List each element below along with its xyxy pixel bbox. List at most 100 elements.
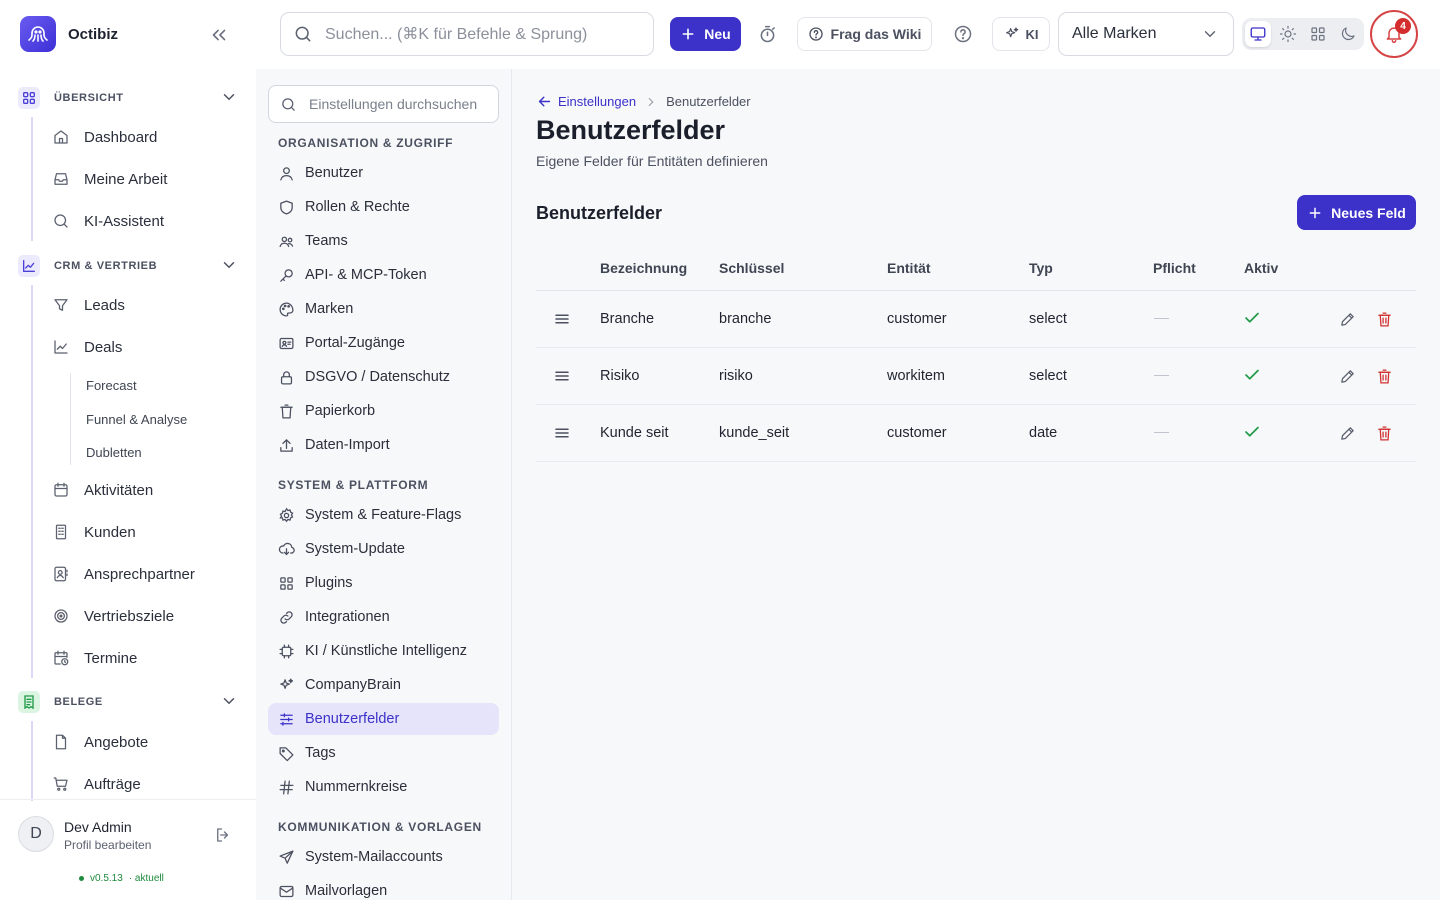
monitor-theme-icon[interactable]: [1245, 21, 1271, 47]
column-header[interactable]: Bezeichnung: [600, 260, 687, 276]
sidebar-subitem-forecast[interactable]: Forecast: [86, 378, 137, 393]
settings-item-system-flags[interactable]: System & Feature-Flags: [268, 499, 499, 531]
settings-item-teams[interactable]: Teams: [268, 225, 499, 257]
settings-item-rollen[interactable]: Rollen & Rechte: [268, 191, 499, 223]
column-header[interactable]: Entität: [887, 260, 931, 276]
sidebar-item-vertriebsziele[interactable]: Vertriebsziele: [52, 607, 174, 625]
drag-handle-icon[interactable]: [552, 424, 572, 442]
sparkles-icon: [1005, 27, 1018, 38]
breadcrumb-back-link[interactable]: Einstellungen: [536, 93, 636, 110]
version-number: v0.5.13: [90, 873, 123, 884]
settings-item-marken[interactable]: Marken: [268, 293, 499, 325]
settings-item-system-update[interactable]: System-Update: [268, 533, 499, 565]
new-field-button[interactable]: Neues Feld: [1297, 195, 1416, 230]
settings-item-nummernkreise[interactable]: Nummernkreise: [268, 771, 499, 803]
column-header[interactable]: Aktiv: [1244, 260, 1278, 276]
nav-section-crm[interactable]: CRM & VERTRIEB: [18, 255, 157, 277]
chart-line-icon: [18, 255, 40, 277]
sidebar-subitem-dubletten[interactable]: Dubletten: [86, 445, 142, 460]
version-status: · aktuell: [128, 873, 164, 884]
nav-section-belege[interactable]: BELEGE: [18, 691, 103, 713]
settings-search-input[interactable]: Einstellungen durchsuchen: [268, 85, 499, 123]
upload-icon: [280, 438, 293, 452]
delete-icon[interactable]: [1376, 311, 1393, 328]
drag-handle-icon[interactable]: [552, 310, 572, 328]
settings-item-import[interactable]: Daten-Import: [268, 429, 499, 461]
settings-item-portal[interactable]: Portal-Zugänge: [268, 327, 499, 359]
settings-item-dsgvo[interactable]: DSGVO / Datenschutz: [268, 361, 499, 393]
delete-icon[interactable]: [1376, 368, 1393, 385]
edit-icon[interactable]: [1339, 368, 1356, 385]
settings-item-label: Benutzer: [305, 165, 364, 181]
grid-theme-icon[interactable]: [1305, 21, 1331, 47]
receipt-icon: [18, 691, 40, 713]
sun-theme-icon[interactable]: [1275, 21, 1301, 47]
new-field-label: Neues Feld: [1331, 204, 1406, 221]
sidebar-item-ansprechpartner[interactable]: Ansprechpartner: [52, 565, 195, 583]
drag-handle-icon[interactable]: [552, 367, 572, 385]
collapse-sidebar-icon[interactable]: [208, 24, 230, 46]
settings-nav: Einstellungen durchsuchen ORGANISATION &…: [256, 69, 512, 900]
global-search-input[interactable]: Suchen... (⌘K für Befehle & Sprung): [280, 12, 654, 56]
settings-item-api-token[interactable]: API- & MCP-Token: [268, 259, 499, 291]
nav-section-uebersicht[interactable]: ÜBERSICHT: [18, 87, 124, 109]
sidebar-item-angebote[interactable]: Angebote: [52, 733, 148, 751]
sidebar-item-meine-arbeit[interactable]: Meine Arbeit: [52, 170, 167, 188]
chevron-down-icon[interactable]: [220, 88, 238, 106]
settings-item-companybrain[interactable]: CompanyBrain: [268, 669, 499, 701]
logout-icon[interactable]: [214, 826, 232, 844]
sidebar-item-label: Aktivitäten: [84, 481, 154, 499]
settings-item-mailaccounts[interactable]: System-Mailaccounts: [268, 841, 499, 873]
edit-profile-link[interactable]: Profil bearbeiten: [64, 838, 151, 852]
sidebar-item-aktivitaeten[interactable]: Aktivitäten: [52, 481, 153, 499]
notifications-button[interactable]: 4: [1370, 10, 1418, 58]
timer-icon[interactable]: [757, 24, 778, 45]
sidebar-item-dashboard[interactable]: Dashboard: [52, 128, 157, 146]
new-button[interactable]: Neu: [670, 17, 741, 51]
edit-icon[interactable]: [1339, 425, 1356, 442]
avatar[interactable]: D: [18, 816, 54, 852]
settings-item-mailvorlagen[interactable]: Mailvorlagen: [268, 875, 499, 900]
settings-item-benutzerfelder[interactable]: Benutzerfelder: [268, 703, 499, 735]
settings-item-papierkorb[interactable]: Papierkorb: [268, 395, 499, 427]
ki-button[interactable]: KI: [992, 17, 1050, 51]
settings-item-label: Portal-Zugänge: [305, 335, 405, 351]
chevron-down-icon[interactable]: [220, 256, 238, 274]
sidebar-item-deals[interactable]: Deals: [52, 338, 122, 356]
subnav-line: [70, 373, 71, 465]
search-icon: [282, 97, 295, 111]
edit-icon[interactable]: [1339, 311, 1356, 328]
cell-entity: customer: [887, 425, 947, 441]
inbox-icon: [54, 173, 68, 185]
question-circle-icon: [808, 27, 823, 41]
settings-item-plugins[interactable]: Plugins: [268, 567, 499, 599]
brand[interactable]: Octibiz: [20, 16, 118, 52]
settings-item-tags[interactable]: Tags: [268, 737, 499, 769]
delete-icon[interactable]: [1376, 425, 1393, 442]
help-icon[interactable]: [953, 24, 973, 44]
brand-select-value: Alle Marken: [1072, 25, 1157, 42]
check-icon: [1243, 366, 1261, 384]
sidebar-item-auftraege[interactable]: Aufträge: [52, 775, 141, 793]
column-header[interactable]: Pflicht: [1153, 260, 1196, 276]
ask-wiki-button[interactable]: Frag das Wiki: [797, 17, 932, 51]
sidebar-item-termine[interactable]: Termine: [52, 649, 137, 667]
chevron-down-icon[interactable]: [220, 692, 238, 710]
column-header[interactable]: Schlüssel: [719, 260, 784, 276]
brand-select[interactable]: Alle Marken: [1058, 12, 1234, 56]
settings-item-label: Plugins: [305, 575, 353, 591]
settings-item-label: API- & MCP-Token: [305, 267, 427, 283]
cell-entity: customer: [887, 311, 947, 327]
sidebar-item-kunden[interactable]: Kunden: [52, 523, 136, 541]
moon-theme-icon[interactable]: [1335, 21, 1361, 47]
section-title: Benutzerfelder: [536, 203, 663, 223]
sidebar-subitem-funnel[interactable]: Funnel & Analyse: [86, 412, 187, 427]
sidebar-item-ki-assistent[interactable]: KI-Assistent: [52, 212, 164, 230]
settings-item-ki[interactable]: KI / Künstliche Intelligenz: [268, 635, 499, 667]
settings-item-integrationen[interactable]: Integrationen: [268, 601, 499, 633]
sidebar-item-leads[interactable]: Leads: [52, 296, 125, 314]
column-header[interactable]: Typ: [1029, 260, 1053, 276]
sidebar-item-label: Leads: [84, 296, 125, 314]
settings-search-placeholder: Einstellungen durchsuchen: [309, 96, 478, 112]
settings-item-benutzer[interactable]: Benutzer: [268, 157, 499, 189]
